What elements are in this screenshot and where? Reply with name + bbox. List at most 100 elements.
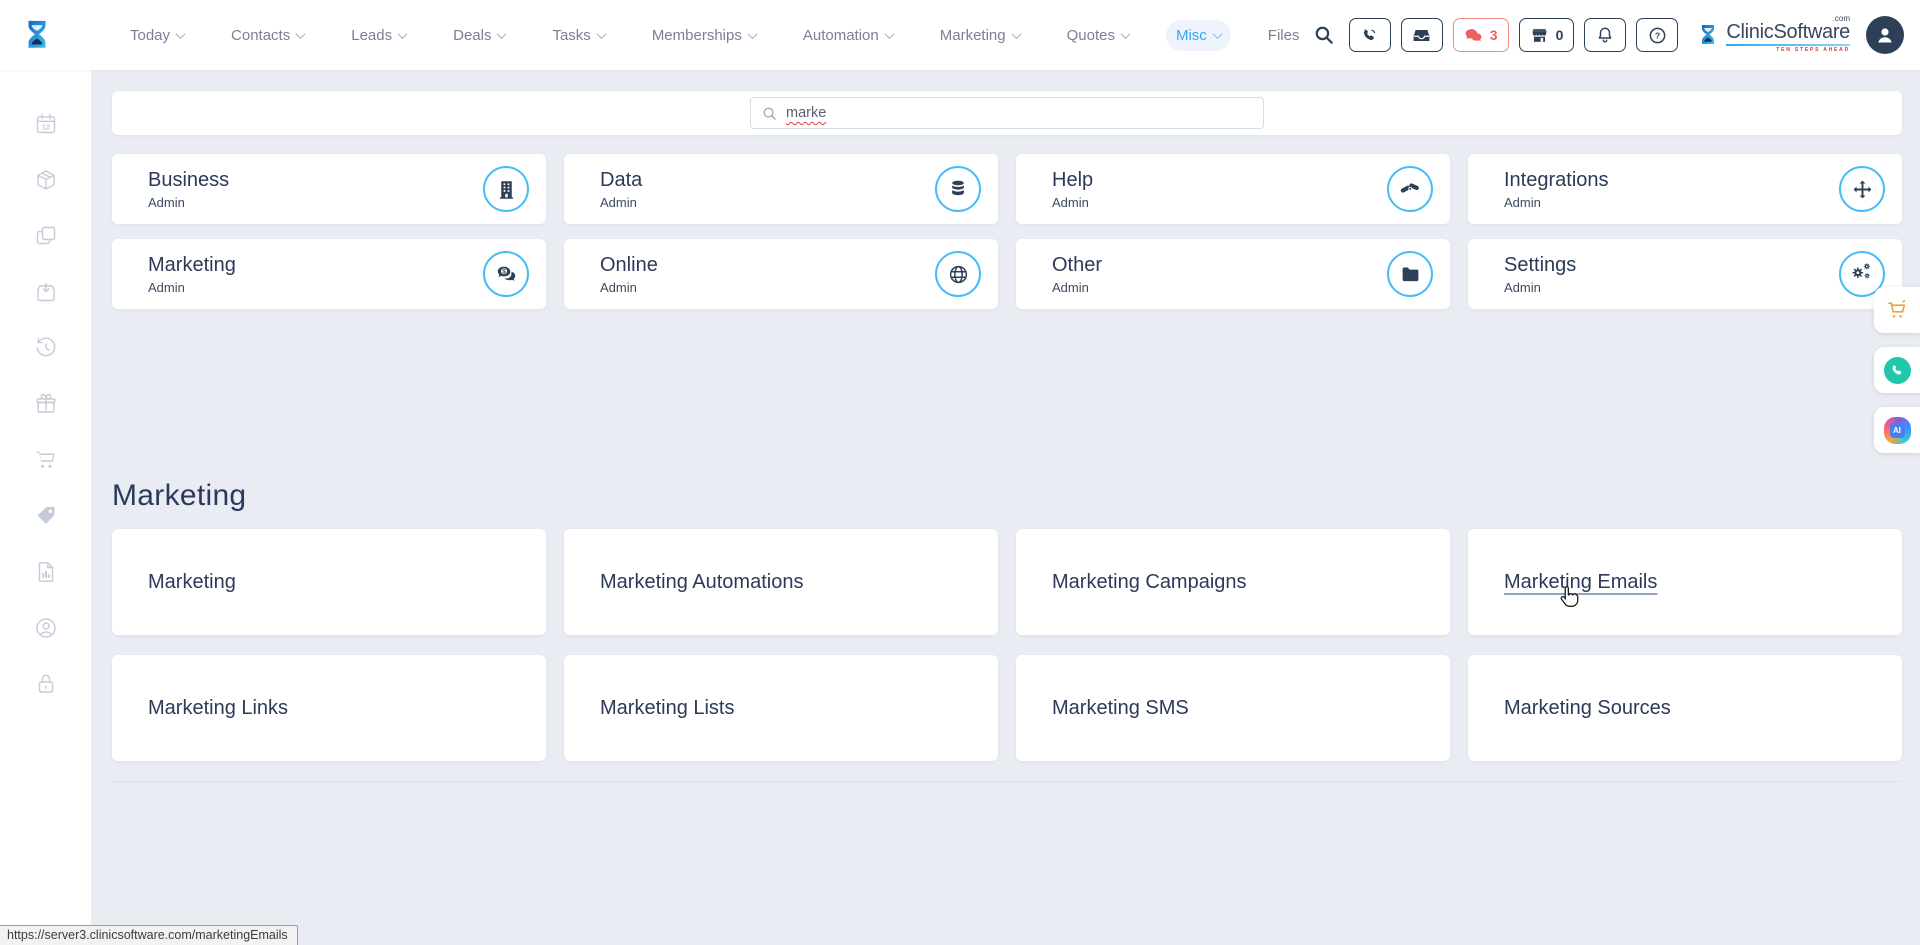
calls-button[interactable] bbox=[1349, 18, 1391, 52]
clinicsoftware-logo-icon[interactable] bbox=[20, 10, 54, 60]
card-marketing-sms[interactable]: Marketing SMS bbox=[1016, 655, 1450, 761]
package-icon[interactable] bbox=[34, 168, 58, 192]
phone-floating-button[interactable] bbox=[1874, 347, 1920, 393]
nav-item-contacts[interactable]: Contacts bbox=[221, 20, 314, 51]
globe-icon bbox=[935, 251, 981, 297]
ai-icon: AI bbox=[1884, 417, 1911, 444]
card-help[interactable]: Help Admin bbox=[1016, 154, 1450, 224]
chevron-down-icon bbox=[176, 29, 186, 39]
nav-item-tasks[interactable]: Tasks bbox=[542, 20, 614, 51]
person-icon bbox=[1873, 23, 1897, 47]
card-marketing-automations[interactable]: Marketing Automations bbox=[564, 529, 998, 635]
card-marketing-campaigns[interactable]: Marketing Campaigns bbox=[1016, 529, 1450, 635]
mouse-cursor-icon bbox=[1556, 585, 1582, 613]
nav-item-marketing[interactable]: Marketing bbox=[930, 20, 1030, 51]
card-marketing-sources[interactable]: Marketing Sources bbox=[1468, 655, 1902, 761]
brand-tagline: TEN STEPS AHEAD bbox=[1776, 47, 1850, 53]
search-icon bbox=[762, 106, 777, 121]
clone-icon[interactable] bbox=[34, 224, 58, 248]
section-title: Marketing bbox=[112, 479, 1902, 513]
cart-icon[interactable] bbox=[34, 448, 58, 472]
user-avatar[interactable] bbox=[1866, 16, 1904, 54]
notifications-button[interactable] bbox=[1584, 18, 1626, 52]
search-value: marke bbox=[786, 105, 826, 121]
move-arrows-icon bbox=[1839, 166, 1885, 212]
nav-item-memberships[interactable]: Memberships bbox=[642, 20, 766, 51]
card-marketing-lists[interactable]: Marketing Lists bbox=[564, 655, 998, 761]
bell-icon bbox=[1596, 26, 1614, 44]
topbar-actions: 3 0 ? ClinicSoftware .com TEN STEPS AHEA… bbox=[1313, 16, 1904, 54]
nav-item-leads[interactable]: Leads bbox=[341, 20, 416, 51]
cart-floating-button[interactable] bbox=[1874, 287, 1920, 333]
nav-item-deals[interactable]: Deals bbox=[443, 20, 515, 51]
chats-button[interactable]: 3 bbox=[1453, 18, 1509, 52]
card-business[interactable]: Business Admin bbox=[112, 154, 546, 224]
card-integrations[interactable]: Integrations Admin bbox=[1468, 154, 1902, 224]
chevron-down-icon bbox=[596, 29, 606, 39]
phone-icon bbox=[1361, 27, 1378, 44]
tag-icon[interactable] bbox=[34, 504, 58, 528]
chevron-down-icon bbox=[497, 29, 507, 39]
account-icon[interactable] bbox=[34, 616, 58, 640]
store-count-badge: 0 bbox=[1556, 27, 1564, 43]
card-data[interactable]: Data Admin bbox=[564, 154, 998, 224]
clinicsoftware-brand[interactable]: ClinicSoftware .com TEN STEPS AHEAD bbox=[1696, 17, 1850, 53]
brand-name: ClinicSoftware bbox=[1726, 21, 1850, 43]
nav-item-today[interactable]: Today bbox=[120, 20, 194, 51]
card-marketing[interactable]: Marketing bbox=[112, 529, 546, 635]
report-icon[interactable] bbox=[34, 560, 58, 584]
chat-bubbles-icon bbox=[1464, 26, 1483, 45]
cart-icon bbox=[1885, 298, 1909, 322]
question-icon: ? bbox=[1648, 26, 1667, 45]
store-icon bbox=[1530, 26, 1549, 45]
nav-item-files[interactable]: Files bbox=[1258, 20, 1310, 51]
inbox-icon bbox=[1412, 26, 1431, 45]
inbox-button[interactable] bbox=[1401, 18, 1443, 52]
card-marketing-admin[interactable]: Marketing Admin $ bbox=[112, 239, 546, 309]
building-icon bbox=[483, 166, 529, 212]
comments-dollar-icon: $ bbox=[483, 251, 529, 297]
calendar-12-icon[interactable]: 12 bbox=[34, 112, 58, 136]
chevron-down-icon bbox=[1011, 29, 1021, 39]
chevron-down-icon bbox=[1212, 29, 1222, 39]
ai-floating-button[interactable]: AI bbox=[1874, 407, 1920, 453]
main-nav: Today Contacts Leads Deals Tasks Members… bbox=[120, 20, 1309, 51]
chevron-down-icon bbox=[1121, 29, 1131, 39]
card-other[interactable]: Other Admin bbox=[1016, 239, 1450, 309]
link-status-bar: https://server3.clinicsoftware.com/marke… bbox=[0, 925, 298, 945]
hourglass-icon bbox=[1696, 17, 1720, 53]
nav-item-quotes[interactable]: Quotes bbox=[1057, 20, 1139, 51]
admin-card-grid: Business Admin Data Admin Help Admin bbox=[112, 154, 1902, 309]
history-icon[interactable] bbox=[34, 336, 58, 360]
phone-icon bbox=[1884, 357, 1911, 384]
card-marketing-links[interactable]: Marketing Links bbox=[112, 655, 546, 761]
lock-icon[interactable] bbox=[34, 672, 58, 696]
chevron-down-icon bbox=[884, 29, 894, 39]
database-icon bbox=[935, 166, 981, 212]
nav-item-automation[interactable]: Automation bbox=[793, 20, 903, 51]
card-online[interactable]: Online Admin bbox=[564, 239, 998, 309]
card-marketing-emails[interactable]: Marketing Emails bbox=[1468, 529, 1902, 635]
svg-text:12: 12 bbox=[42, 123, 50, 132]
box-receive-icon[interactable] bbox=[34, 280, 58, 304]
chat-count-badge: 3 bbox=[1490, 27, 1498, 43]
gift-icon[interactable] bbox=[34, 392, 58, 416]
search-icon[interactable] bbox=[1313, 24, 1335, 46]
svg-text:$: $ bbox=[502, 268, 506, 275]
brand-tld: .com bbox=[1833, 14, 1850, 23]
left-sidebar: 12 bbox=[0, 70, 91, 945]
chevron-down-icon bbox=[296, 29, 306, 39]
main-content: marke Business Admin Data Admin Help bbox=[91, 70, 1920, 945]
folder-icon bbox=[1387, 251, 1433, 297]
marketing-card-grid: Marketing Marketing Automations Marketin… bbox=[112, 529, 1902, 761]
store-button[interactable]: 0 bbox=[1519, 18, 1575, 52]
card-settings[interactable]: Settings Admin bbox=[1468, 239, 1902, 309]
help-button[interactable]: ? bbox=[1636, 18, 1678, 52]
floating-action-stack: AI bbox=[1874, 287, 1920, 453]
search-band: marke bbox=[112, 91, 1902, 135]
nav-item-misc[interactable]: Misc bbox=[1166, 20, 1231, 51]
chevron-down-icon bbox=[747, 29, 757, 39]
search-input[interactable]: marke bbox=[750, 97, 1264, 129]
helping-hands-icon bbox=[1387, 166, 1433, 212]
chevron-down-icon bbox=[398, 29, 408, 39]
